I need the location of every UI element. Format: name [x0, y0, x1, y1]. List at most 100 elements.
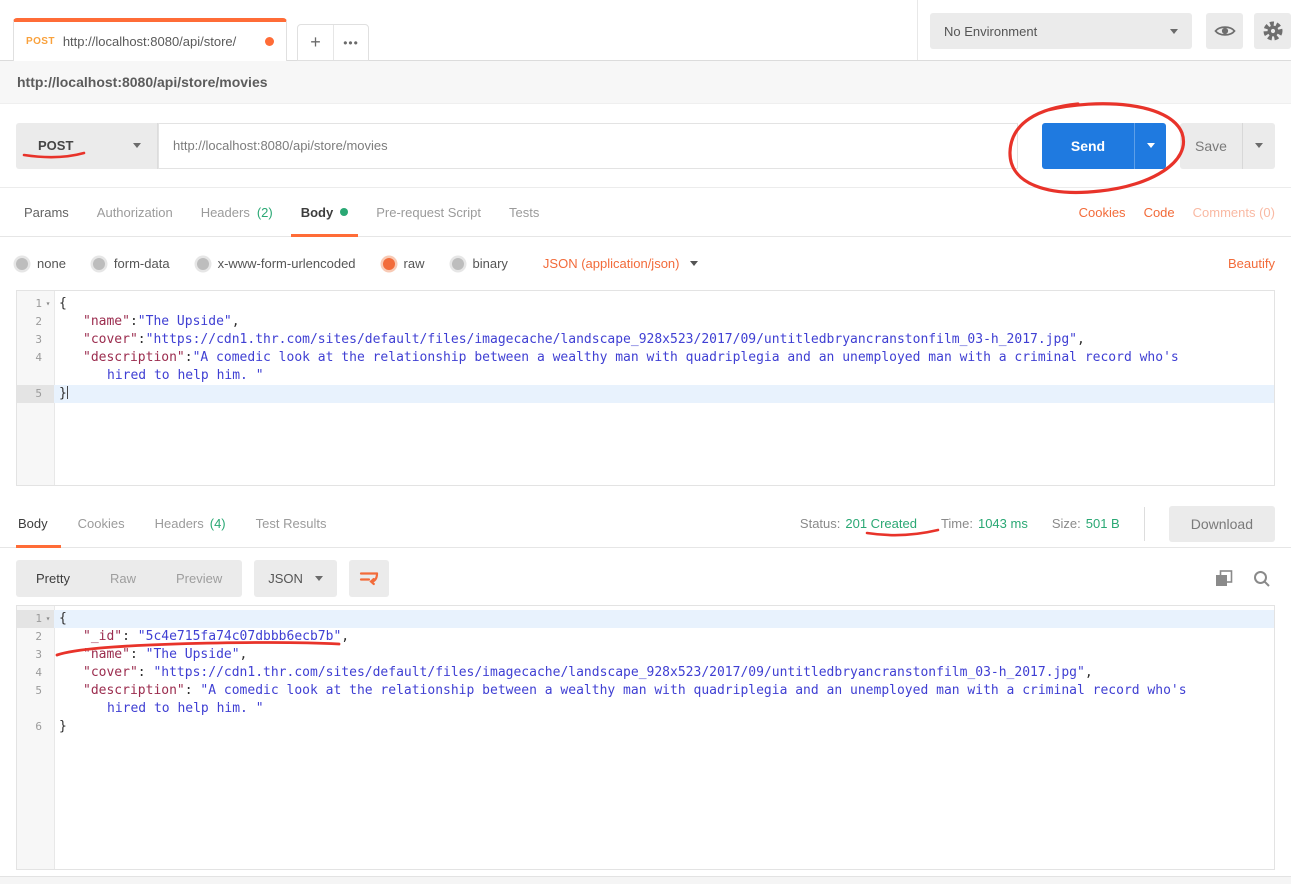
chevron-down-icon: [1255, 143, 1263, 148]
radio-icon: [197, 258, 209, 270]
chevron-down-icon: [133, 143, 141, 148]
environment-label: No Environment: [944, 24, 1037, 39]
comments-link[interactable]: Comments (0): [1193, 205, 1275, 220]
download-button[interactable]: Download: [1169, 506, 1275, 542]
time-value: 1043 ms: [978, 516, 1028, 531]
search-icon[interactable]: [1253, 570, 1271, 588]
code-line: 3"cover":"https://cdn1.thr.com/sites/def…: [17, 331, 1274, 349]
response-tab-headers[interactable]: Headers (4): [140, 500, 241, 547]
view-preview[interactable]: Preview: [156, 571, 242, 586]
response-view-switch: Pretty Raw Preview: [16, 560, 242, 597]
response-tab-body[interactable]: Body: [16, 500, 63, 547]
size-badge: Size: 501 B: [1052, 516, 1120, 531]
tab-strip: POST http://localhost:8080/api/store/ + …: [0, 0, 1291, 61]
url-input[interactable]: http://localhost:8080/api/store/movies: [158, 123, 1018, 169]
request-tab[interactable]: POST http://localhost:8080/api/store/: [13, 18, 287, 61]
gear-icon: [1262, 20, 1284, 42]
mode-none[interactable]: none: [16, 256, 66, 271]
request-title: http://localhost:8080/api/store/movies: [17, 74, 268, 90]
request-tabs-links: Cookies Code Comments (0): [1079, 188, 1275, 236]
code-line: hired to help him. ": [17, 367, 1274, 385]
postman-app: POST http://localhost:8080/api/store/ + …: [0, 0, 1291, 884]
code-line: 4"cover": "https://cdn1.thr.com/sites/de…: [17, 664, 1274, 682]
radio-icon: [16, 258, 28, 270]
mode-raw[interactable]: raw: [383, 256, 425, 271]
code-line: 4"description":"A comedic look at the re…: [17, 349, 1274, 367]
copy-icon[interactable]: [1215, 570, 1233, 588]
radio-icon: [93, 258, 105, 270]
content-type-select[interactable]: JSON (application/json): [543, 256, 699, 271]
send-button-group: Send: [1042, 123, 1166, 169]
tab-url-label: http://localhost:8080/api/store/: [63, 34, 257, 49]
tab-params[interactable]: Params: [16, 188, 83, 236]
response-toolbar: Pretty Raw Preview JSON: [16, 560, 1275, 597]
code-line: 1▾{: [17, 295, 1274, 313]
chevron-down-icon: [1170, 29, 1178, 34]
view-pretty[interactable]: Pretty: [16, 571, 90, 586]
save-button-group: Save: [1180, 123, 1275, 169]
new-tab-button[interactable]: +: [298, 25, 333, 60]
eye-icon: [1214, 23, 1236, 39]
cookies-link[interactable]: Cookies: [1079, 205, 1126, 220]
request-tabs: Params Authorization Headers (2) Body Pr…: [0, 188, 1291, 237]
environment-select[interactable]: No Environment: [930, 13, 1192, 49]
more-tabs-button[interactable]: •••: [333, 25, 368, 60]
code-line: 5"description": "A comedic look at the r…: [17, 682, 1274, 700]
response-headers-count-badge: (4): [210, 516, 226, 531]
code-line: 6}: [17, 718, 1274, 736]
header-divider: [917, 0, 918, 60]
beautify-link[interactable]: Beautify: [1228, 256, 1275, 271]
tab-authorization[interactable]: Authorization: [83, 188, 187, 236]
tab-headers[interactable]: Headers (2): [187, 188, 287, 236]
method-label: POST: [38, 138, 73, 153]
request-body-editor[interactable]: 1▾{2"name":"The Upside",3"cover":"https:…: [16, 290, 1275, 486]
environment-quick-look-button[interactable]: [1206, 13, 1243, 49]
method-select[interactable]: POST: [16, 123, 158, 169]
meta-divider: [1144, 507, 1145, 541]
status-badge: Status: 201 Created: [800, 516, 917, 531]
response-tab-cookies[interactable]: Cookies: [63, 500, 140, 547]
tab-tests[interactable]: Tests: [495, 188, 553, 236]
url-value: http://localhost:8080/api/store/movies: [173, 138, 388, 153]
save-button[interactable]: Save: [1180, 123, 1242, 169]
response-header: Body Cookies Headers (4) Test Results St…: [0, 500, 1291, 548]
mode-urlencoded[interactable]: x-www-form-urlencoded: [197, 256, 356, 271]
response-tab-test-results[interactable]: Test Results: [241, 500, 342, 547]
size-value: 501 B: [1086, 516, 1120, 531]
unsaved-changes-dot: [265, 37, 274, 46]
chevron-down-icon: [1147, 143, 1155, 148]
chevron-down-icon: [315, 576, 323, 581]
code-line: 2"_id": "5c4e715fa74c07dbbb6ecb7b",: [17, 628, 1274, 646]
tab-tools: + •••: [297, 24, 369, 61]
status-value: 201 Created: [845, 516, 917, 531]
bottom-status-bar: [0, 876, 1291, 884]
tab-pre-request-script[interactable]: Pre-request Script: [362, 188, 495, 236]
code-line: 3"name": "The Upside",: [17, 646, 1274, 664]
send-button[interactable]: Send: [1042, 123, 1134, 169]
tab-body[interactable]: Body: [287, 188, 363, 236]
response-toolbar-right: [1215, 570, 1275, 588]
radio-selected-icon: [383, 258, 395, 270]
view-raw[interactable]: Raw: [90, 571, 156, 586]
code-link[interactable]: Code: [1144, 205, 1175, 220]
body-filled-dot: [340, 208, 348, 216]
settings-button[interactable]: [1254, 13, 1291, 49]
headers-count-badge: (2): [257, 205, 273, 220]
response-body-editor[interactable]: 1▾{2"_id": "5c4e715fa74c07dbbb6ecb7b",3"…: [16, 605, 1275, 870]
mode-binary[interactable]: binary: [452, 256, 508, 271]
save-options-button[interactable]: [1242, 123, 1275, 169]
tab-method-badge: POST: [26, 36, 55, 47]
mode-form-data[interactable]: form-data: [93, 256, 170, 271]
send-options-button[interactable]: [1134, 123, 1166, 169]
wrap-lines-button[interactable]: [349, 560, 389, 597]
radio-icon: [452, 258, 464, 270]
request-bar: POST http://localhost:8080/api/store/mov…: [0, 104, 1291, 188]
response-language-select[interactable]: JSON: [254, 560, 337, 597]
code-line: 5}: [17, 385, 1274, 403]
code-line: 1▾{: [17, 610, 1274, 628]
code-line: 2"name":"The Upside",: [17, 313, 1274, 331]
request-title-bar: http://localhost:8080/api/store/movies: [0, 61, 1291, 104]
wrap-lines-icon: [359, 570, 379, 587]
time-badge: Time: 1043 ms: [941, 516, 1028, 531]
chevron-down-icon: [690, 261, 698, 266]
